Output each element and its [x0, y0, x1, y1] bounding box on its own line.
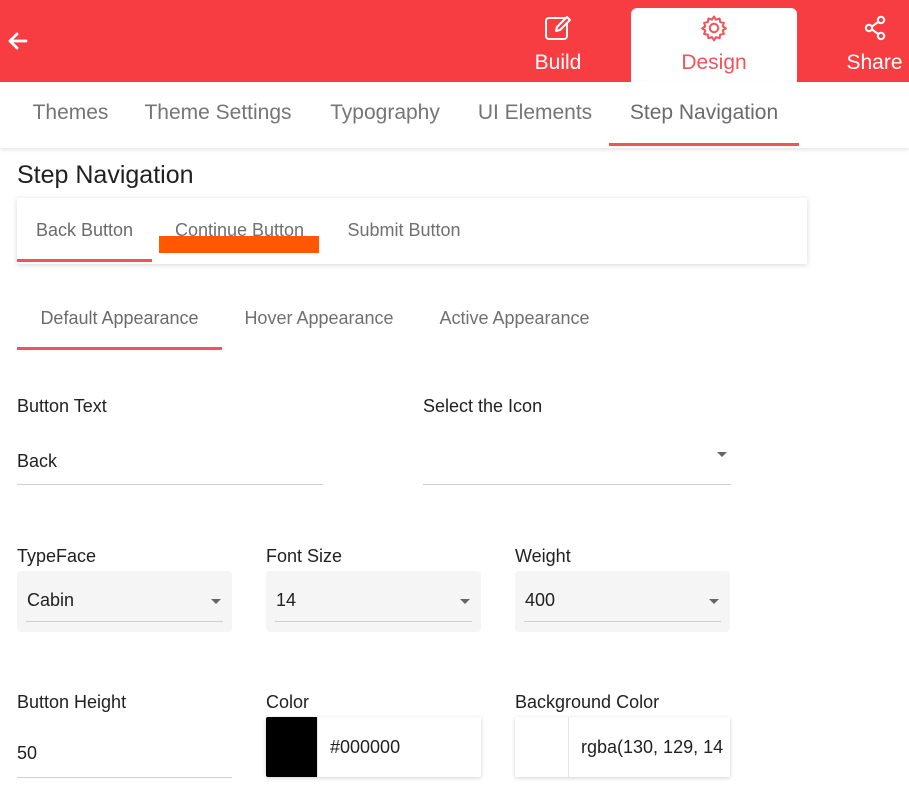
background-color-label: Background Color [515, 692, 660, 712]
design-label: Design [681, 51, 747, 74]
weight-select[interactable]: 400 [515, 571, 730, 632]
chevron-down-icon [709, 599, 719, 604]
share-button[interactable]: Share [840, 0, 909, 82]
font-size-underline [275, 621, 472, 622]
color-field [266, 717, 481, 777]
build-button[interactable]: Build [520, 0, 596, 82]
gear-icon [698, 12, 730, 44]
font-size-value: 14 [276, 590, 297, 610]
tab-theme-settings[interactable]: Theme Settings [130, 82, 306, 146]
tab-hover-appearance[interactable]: Hover Appearance [230, 290, 408, 350]
tab-themes[interactable]: Themes [17, 82, 124, 146]
weight-value: 400 [525, 590, 556, 610]
button-height-label: Button Height [17, 692, 127, 712]
color-input[interactable] [317, 717, 481, 777]
color-swatch[interactable] [266, 717, 317, 777]
background-color-input[interactable] [568, 717, 730, 777]
tab-back-button[interactable]: Back Button [17, 198, 152, 262]
tab-active-appearance[interactable]: Active Appearance [423, 290, 606, 350]
highlight-annotation [159, 236, 319, 253]
share-label: Share [846, 51, 903, 74]
button-type-tabs: Back Button Continue Button Submit Butto… [17, 198, 807, 264]
typeface-value: Cabin [27, 590, 75, 610]
tab-ui-elements[interactable]: UI Elements [465, 82, 605, 146]
tab-default-appearance[interactable]: Default Appearance [17, 290, 222, 350]
typeface-underline [26, 621, 223, 622]
chevron-down-icon [717, 452, 727, 457]
typeface-label: TypeFace [17, 546, 97, 566]
typeface-select[interactable]: Cabin [17, 571, 232, 632]
color-label: Color [266, 692, 310, 712]
button-text-input[interactable] [17, 438, 323, 485]
top-bar: Build Design Share [0, 0, 909, 82]
select-icon-label: Select the Icon [423, 396, 543, 416]
button-text-label: Button Text [17, 396, 107, 416]
main-tabs: Themes Theme Settings Typography UI Elem… [0, 82, 909, 148]
build-label: Build [534, 51, 582, 74]
button-height-input[interactable] [17, 730, 232, 778]
share-icon [859, 12, 891, 44]
background-color-swatch[interactable] [515, 717, 568, 777]
tab-step-navigation[interactable]: Step Navigation [609, 82, 799, 146]
section-title: Step Navigation [17, 161, 194, 189]
chevron-down-icon [460, 599, 470, 604]
weight-label: Weight [515, 546, 571, 566]
weight-underline [524, 621, 721, 622]
icon-select[interactable] [423, 438, 731, 485]
tab-typography[interactable]: Typography [314, 82, 456, 146]
arrow-left-icon[interactable] [6, 29, 30, 53]
edit-icon [542, 12, 574, 44]
font-size-select[interactable]: 14 [266, 571, 481, 632]
tab-submit-button[interactable]: Submit Button [329, 198, 479, 262]
background-color-field [515, 717, 730, 777]
chevron-down-icon [211, 599, 221, 604]
design-button[interactable]: Design [631, 8, 797, 82]
font-size-label: Font Size [266, 546, 343, 566]
